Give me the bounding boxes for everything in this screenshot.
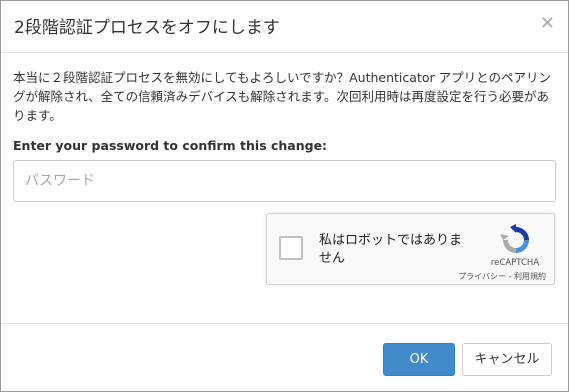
cancel-button[interactable]: キャンセル [462,343,552,376]
confirmation-message: 本当に２段階認証プロセスを無効にしてもよろしいですか？Authenticator… [13,70,551,123]
dialog-title: 2段階認証プロセスをオフにします [14,18,280,38]
recaptcha-links: プライバシー - 利用規約 [458,271,546,282]
recaptcha-widget: 私はロボットではありません reCAPTCHA プライバシー - 利用規約 [266,213,555,285]
recaptcha-checkbox[interactable] [279,236,303,260]
recaptcha-brand: reCAPTCHA [490,258,540,268]
recaptcha-privacy-link[interactable]: プライバシー [458,272,506,281]
dialog-header: 2段階認証プロセスをオフにします × [1,1,568,53]
password-input[interactable] [13,160,556,202]
recaptcha-logo-icon [500,224,529,253]
ok-button[interactable]: OK [383,343,455,376]
recaptcha-link-separator: - [506,272,514,281]
dialog-footer: OK キャンセル [1,323,568,392]
password-label: Enter your password to confirm this chan… [13,138,328,153]
recaptcha-terms-link[interactable]: 利用規約 [514,272,546,281]
recaptcha-checkbox-label: 私はロボットではありません [319,233,463,266]
disable-2fa-dialog: 2段階認証プロセスをオフにします × 本当に２段階認証プロセスを無効にしてもよろ… [0,0,569,392]
close-icon[interactable]: × [540,14,555,32]
